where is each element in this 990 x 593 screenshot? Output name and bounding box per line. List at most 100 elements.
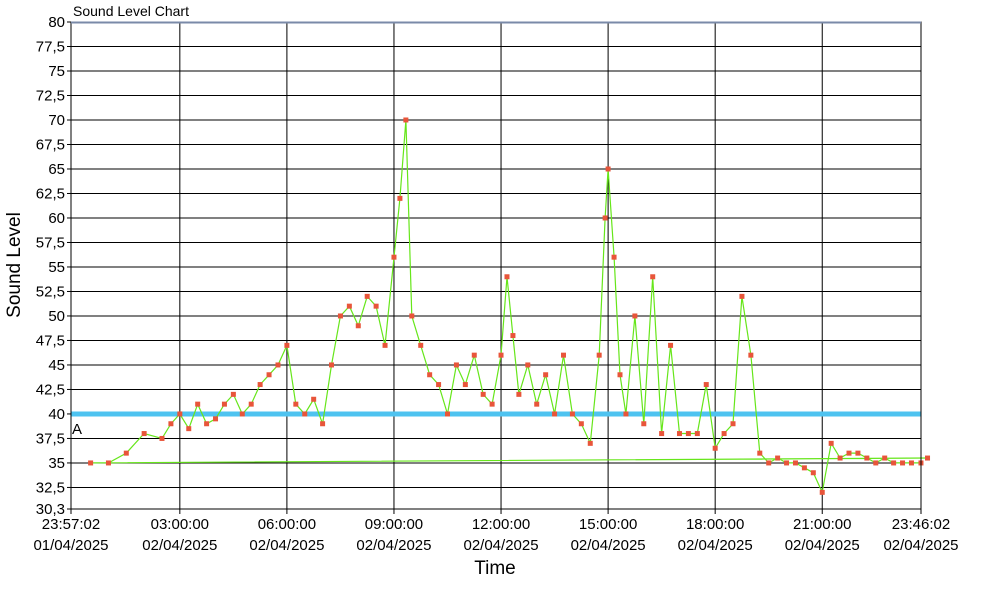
x-tick-date-label: 02/04/2025	[678, 537, 753, 554]
marker-label: A	[72, 421, 82, 438]
y-tick-label: 67,5	[36, 136, 65, 153]
data-point-marker	[221, 401, 227, 407]
data-point-marker	[504, 274, 510, 280]
data-point-marker	[88, 460, 94, 466]
data-point-marker	[757, 450, 763, 456]
y-tick-label: 65	[48, 161, 65, 178]
data-point-marker	[498, 352, 504, 358]
x-tick-time-label: 12:00:00	[472, 516, 530, 533]
x-tick-time-label: 21:00:00	[793, 516, 851, 533]
x-axis-ticks: 23:57:02 01/04/2025 03:00:00 02/04/2025 06:0…	[33, 516, 958, 554]
chart-title: Sound Level Chart	[73, 3, 189, 19]
data-point-marker	[846, 450, 852, 456]
x-tick-time-label: 18:00:00	[686, 516, 744, 533]
data-point-marker	[543, 372, 549, 378]
data-point-marker	[248, 401, 254, 407]
y-tick-label: 50	[48, 308, 65, 325]
data-point-marker	[676, 431, 682, 437]
data-point-marker	[775, 455, 781, 461]
data-point-marker	[828, 440, 834, 446]
data-point-marker	[578, 421, 584, 427]
data-point-marker	[650, 274, 656, 280]
data-point-marker	[391, 254, 397, 260]
y-tick-label: 52,5	[36, 283, 65, 300]
data-point-marker	[311, 396, 317, 402]
data-point-marker	[123, 450, 129, 456]
data-point-marker	[611, 254, 617, 260]
y-tick-label: 35	[48, 455, 65, 472]
x-axis-label: Time	[474, 558, 516, 579]
y-tick-label: 77,5	[36, 38, 65, 55]
data-point-marker	[373, 303, 379, 309]
data-point-marker	[177, 411, 183, 417]
x-tick-date-label: 02/04/2025	[785, 537, 860, 554]
data-point-marker	[602, 215, 608, 221]
data-point-marker	[855, 450, 861, 456]
data-point-marker	[239, 411, 245, 417]
data-point-marker	[293, 401, 299, 407]
data-point-marker	[569, 411, 575, 417]
y-axis-label: Sound Level	[4, 212, 25, 318]
y-tick-label: 45	[48, 357, 65, 374]
data-point-marker	[801, 465, 807, 471]
x-tick-time-label: 09:00:00	[365, 516, 423, 533]
data-point-marker	[721, 431, 727, 437]
x-tick-time-label: 03:00:00	[151, 516, 209, 533]
x-tick-date-label: 02/04/2025	[249, 537, 324, 554]
y-tick-label: 37,5	[36, 430, 65, 447]
y-tick-label: 62,5	[36, 185, 65, 202]
y-axis-ticks: 30,332,53537,54042,54547,55052,55557,560…	[36, 14, 65, 518]
data-point-marker	[427, 372, 433, 378]
data-point-marker	[837, 455, 843, 461]
data-point-marker	[891, 460, 897, 466]
data-point-marker	[462, 382, 468, 388]
data-point-marker	[766, 460, 772, 466]
data-point-marker	[873, 460, 879, 466]
data-point-marker	[819, 489, 825, 495]
data-point-marker	[489, 401, 495, 407]
data-point-marker	[587, 440, 593, 446]
data-point-marker	[230, 391, 236, 397]
x-tick-time-label: 23:46:02	[892, 516, 950, 533]
data-point-marker	[257, 382, 263, 388]
data-point-marker	[403, 117, 409, 123]
data-point-marker	[195, 401, 201, 407]
x-tick-date-label: 02/04/2025	[463, 537, 538, 554]
data-point-marker	[784, 460, 790, 466]
data-point-marker	[204, 421, 210, 427]
data-point-marker	[471, 352, 477, 358]
x-tick-time-label: 06:00:00	[258, 516, 316, 533]
data-point-marker	[168, 421, 174, 427]
y-tick-label: 57,5	[36, 234, 65, 251]
data-point-marker	[320, 421, 326, 427]
x-tick-date-label: 02/04/2025	[883, 537, 958, 554]
data-point-marker	[329, 362, 335, 368]
data-point-marker	[382, 342, 388, 348]
data-point-marker	[516, 391, 522, 397]
data-point-marker	[908, 460, 914, 466]
data-point-marker	[668, 342, 674, 348]
data-point-marker	[900, 460, 906, 466]
data-point-marker	[882, 455, 888, 461]
data-point-marker	[453, 362, 459, 368]
data-point-marker	[397, 195, 403, 201]
data-point-marker	[864, 455, 870, 461]
y-tick-label: 70	[48, 112, 65, 129]
data-point-marker	[337, 313, 343, 319]
x-tick-date-label: 02/04/2025	[571, 537, 646, 554]
data-point-marker	[186, 426, 192, 432]
x-tick-date-label: 01/04/2025	[33, 537, 108, 554]
data-point-marker	[712, 445, 718, 451]
x-tick-date-label: 02/04/2025	[142, 537, 217, 554]
x-tick-date-label: 02/04/2025	[356, 537, 431, 554]
data-point-marker	[409, 313, 415, 319]
data-point-marker	[436, 382, 442, 388]
data-point-marker	[213, 416, 219, 422]
y-tick-label: 55	[48, 259, 65, 276]
data-point-marker	[632, 313, 638, 319]
data-point-marker	[739, 293, 745, 299]
y-tick-label: 72,5	[36, 87, 65, 104]
data-point-marker	[266, 372, 272, 378]
data-point-marker	[284, 342, 290, 348]
data-point-marker	[346, 303, 352, 309]
